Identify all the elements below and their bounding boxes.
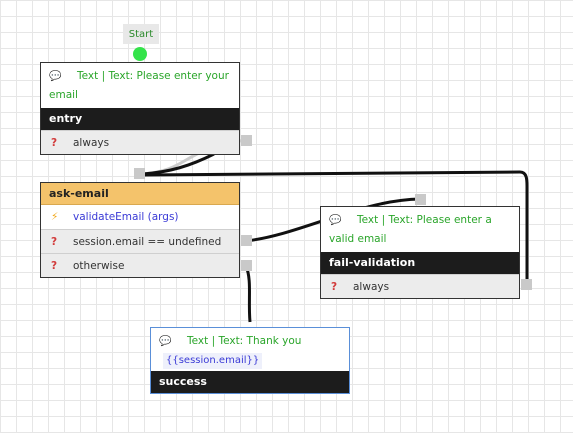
entry-condition-always[interactable]: ? always	[41, 130, 239, 154]
wire-otherwise-to-success	[244, 265, 252, 323]
node-fail-validation[interactable]: 💬 Text | Text: Please enter a valid email…	[320, 206, 520, 299]
node-entry[interactable]: 💬 Text | Text: Please enter your email en…	[40, 62, 240, 155]
speech-bubble-icon: 💬	[49, 71, 62, 82]
ask-email-otherwise-port[interactable]	[241, 260, 252, 271]
fail-validation-input-port[interactable]	[415, 194, 426, 205]
success-variable: {{session.email}}	[163, 353, 263, 369]
fail-validation-condition-label: always	[353, 281, 390, 293]
ask-email-title[interactable]: ask-email	[41, 183, 239, 205]
node-success[interactable]: 💬 Text | Text: Thank you {{session.email}…	[150, 327, 350, 394]
entry-message-text: Text | Text: Please enter your email	[49, 70, 229, 101]
speech-bubble-icon: 💬	[329, 215, 342, 226]
entry-condition-label: always	[73, 137, 110, 149]
speech-bubble-icon: 💬	[159, 336, 172, 347]
question-mark-icon: ?	[331, 281, 338, 293]
ask-email-condition-otherwise-label: otherwise	[73, 260, 125, 272]
entry-title[interactable]: entry	[41, 108, 239, 130]
fail-validation-condition-always[interactable]: ? always	[321, 274, 519, 298]
fail-validation-always-port[interactable]	[521, 279, 532, 290]
ask-email-input-port[interactable]	[134, 168, 145, 179]
fail-validation-title[interactable]: fail-validation	[321, 252, 519, 274]
start-label: Start	[123, 24, 159, 44]
success-message[interactable]: 💬 Text | Text: Thank you {{session.email}…	[151, 328, 349, 371]
ask-email-condition-otherwise[interactable]: ? otherwise	[41, 253, 239, 277]
node-ask-email[interactable]: ask-email ⚡ validateEmail (args) ? session…	[40, 182, 240, 278]
ask-email-action[interactable]: ⚡ validateEmail (args)	[41, 205, 239, 229]
success-title[interactable]: success	[151, 371, 349, 393]
ask-email-condition-undefined[interactable]: ? session.email == undefined	[41, 229, 239, 253]
lightning-icon: ⚡	[51, 211, 59, 223]
entry-message[interactable]: 💬 Text | Text: Please enter your email	[41, 63, 239, 108]
wire-entry-to-ask-email-dark	[142, 152, 215, 176]
start-node-dot[interactable]	[133, 47, 147, 61]
fail-validation-message-text: Text | Text: Please enter a valid email	[329, 214, 492, 245]
question-mark-icon: ?	[51, 236, 58, 248]
ask-email-action-label: validateEmail (args)	[73, 211, 179, 223]
success-message-text: Text | Text: Thank you	[187, 335, 302, 347]
question-mark-icon: ?	[51, 137, 58, 149]
fail-validation-message[interactable]: 💬 Text | Text: Please enter a valid email	[321, 207, 519, 252]
question-mark-icon: ?	[51, 260, 58, 272]
ask-email-undefined-port[interactable]	[241, 235, 252, 246]
flow-canvas[interactable]: Start 💬 Text | Text: Please enter your em…	[0, 0, 573, 433]
entry-always-port[interactable]	[241, 135, 252, 146]
ask-email-condition-undefined-label: session.email == undefined	[73, 236, 222, 248]
